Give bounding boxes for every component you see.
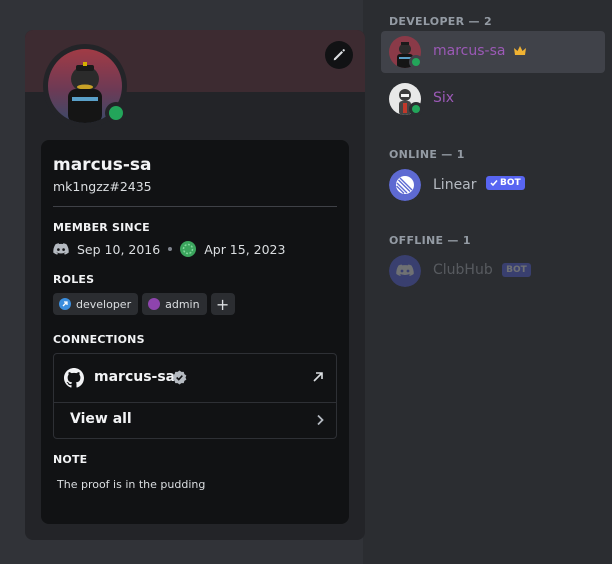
chevron-right-icon xyxy=(317,414,324,426)
group-header-developer: DEVELOPER — 2 xyxy=(389,15,492,28)
bot-badge: BOT xyxy=(502,263,531,277)
role-label: developer xyxy=(76,297,132,311)
note-heading: NOTE xyxy=(53,453,88,466)
discord-icon xyxy=(53,243,69,255)
crown-icon xyxy=(513,46,526,55)
member-six[interactable]: Six xyxy=(381,78,605,120)
connection-name: marcus-sa xyxy=(94,369,176,385)
divider xyxy=(53,206,337,207)
role-color-icon xyxy=(148,298,161,310)
member-linear[interactable]: Linear BOT xyxy=(381,164,605,206)
online-status-indicator xyxy=(409,55,423,69)
external-link-icon[interactable] xyxy=(312,371,324,383)
role-label: admin xyxy=(165,297,200,311)
server-join-date: Apr 15, 2023 xyxy=(204,241,286,257)
member-name: Linear BOT xyxy=(433,176,525,193)
member-name: marcus-sa xyxy=(433,43,527,59)
roles-heading: ROLES xyxy=(53,273,95,286)
pencil-icon xyxy=(333,49,345,61)
connection-github[interactable]: marcus-sa xyxy=(54,354,336,402)
connections-box: marcus-sa View all xyxy=(53,353,337,439)
online-status-indicator xyxy=(105,102,127,124)
group-header-offline: OFFLINE — 1 xyxy=(389,234,471,247)
member-marcus-sa[interactable]: marcus-sa xyxy=(381,31,605,73)
online-status-indicator xyxy=(409,102,423,116)
member-since-row: Sep 10, 2016 Apr 15, 2023 xyxy=(53,241,285,257)
member-name: Six xyxy=(433,90,455,106)
edit-profile-button[interactable] xyxy=(325,41,353,69)
role-color-icon xyxy=(59,298,71,310)
view-all-label: View all xyxy=(70,411,132,427)
separator-dot xyxy=(168,247,173,251)
view-all-connections-button[interactable]: View all xyxy=(54,403,336,438)
member-list: DEVELOPER — 2 marcus-sa Six ONLINE — 1 L… xyxy=(371,0,612,564)
add-role-button[interactable]: + xyxy=(210,293,235,315)
discord-join-date: Sep 10, 2016 xyxy=(77,241,161,257)
role-developer[interactable]: developer xyxy=(53,293,139,315)
profile-popout: marcus-sa mk1ngzz#2435 MEMBER SINCE Sep … xyxy=(25,30,365,540)
member-clubhub[interactable]: ClubHub BOT xyxy=(381,250,605,292)
roles-list: developer admin + xyxy=(53,293,235,315)
note-text[interactable]: The proof is in the pudding xyxy=(57,478,205,491)
discord-logo-icon xyxy=(389,255,421,287)
profile-card: marcus-sa mk1ngzz#2435 MEMBER SINCE Sep … xyxy=(41,140,349,524)
group-header-online: ONLINE — 1 xyxy=(389,148,465,161)
profile-username: marcus-sa xyxy=(53,155,152,175)
verified-icon xyxy=(172,370,187,385)
linear-logo-icon xyxy=(389,169,421,201)
role-admin[interactable]: admin xyxy=(142,293,207,315)
bot-badge: BOT xyxy=(485,176,525,190)
github-icon xyxy=(64,368,84,388)
connections-heading: CONNECTIONS xyxy=(53,333,145,346)
member-name: ClubHub BOT xyxy=(433,262,531,278)
checkmark-icon xyxy=(490,180,498,187)
member-since-heading: MEMBER SINCE xyxy=(53,221,150,234)
profile-tag: mk1ngzz#2435 xyxy=(53,179,152,194)
server-icon xyxy=(180,241,197,257)
